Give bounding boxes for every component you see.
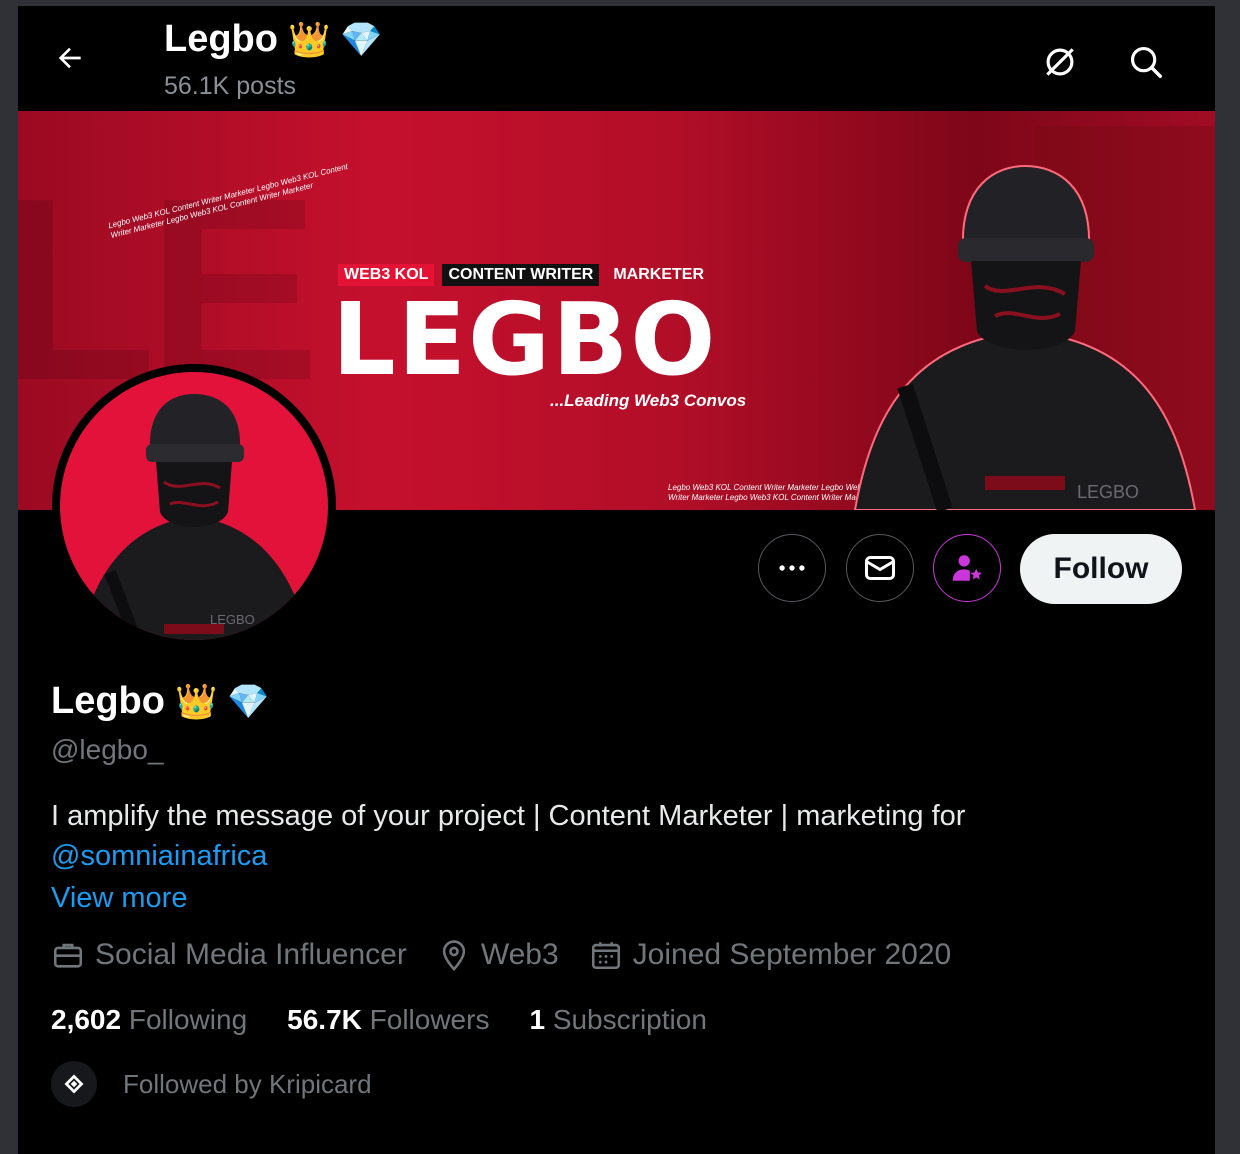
subscription-label: Subscription xyxy=(552,1004,707,1035)
kripicard-logo-icon xyxy=(64,1074,84,1094)
location-item: Web3 xyxy=(437,938,559,972)
banner-subtitle: ...Leading Web3 Convos xyxy=(550,391,747,410)
subscribe-button[interactable] xyxy=(933,534,1001,602)
posts-count: 56.1K posts xyxy=(164,72,297,100)
envelope-icon xyxy=(865,556,895,580)
location-text: Web3 xyxy=(480,938,559,971)
bio-mention-link[interactable]: @somniainafrica xyxy=(51,840,267,872)
location-pin-icon xyxy=(442,940,466,972)
follow-button[interactable]: Follow xyxy=(1020,534,1182,604)
crown-emoji: 👑 xyxy=(174,682,218,721)
profile-meta: Social Media Influencer Web3 Joined Sept… xyxy=(51,938,981,972)
followed-by-row[interactable]: Followed by Kripicard xyxy=(51,1061,372,1107)
subscription-count: 1 xyxy=(529,1004,546,1035)
message-button[interactable] xyxy=(846,534,914,602)
avatar-figure-image: LEGBO xyxy=(80,394,308,640)
followers-count: 56.7K xyxy=(287,1004,362,1035)
avatar-frame[interactable]: LEGBO xyxy=(52,364,336,648)
grok-button[interactable] xyxy=(1038,40,1082,84)
display-name-row: Legbo 👑 💎 xyxy=(51,680,270,723)
more-options-button[interactable] xyxy=(758,534,826,602)
display-name: Legbo xyxy=(51,680,165,722)
profile-page: Legbo 👑 💎 56.1K posts LE Legbo Web3 KOL … xyxy=(18,6,1215,1154)
following-link[interactable]: 2,602 Following xyxy=(51,1004,247,1036)
avatar: LEGBO xyxy=(60,372,328,640)
grok-icon xyxy=(1046,48,1074,76)
banner-title: LEGBO xyxy=(332,281,718,398)
view-more-link[interactable]: View more xyxy=(51,882,187,915)
header-title: Legbo xyxy=(164,18,278,60)
arrow-left-icon xyxy=(58,47,81,69)
more-icon xyxy=(779,565,805,571)
header-title-row: Legbo 👑 💎 xyxy=(164,18,383,61)
banner-brand-mark: LEGBO xyxy=(1077,482,1139,502)
follower-avatar xyxy=(51,1061,97,1107)
category-item: Social Media Influencer xyxy=(51,938,407,972)
followers-link[interactable]: 56.7K Followers xyxy=(287,1004,489,1036)
following-label: Following xyxy=(128,1004,248,1035)
diamond-emoji: 💎 xyxy=(340,20,383,59)
search-icon xyxy=(1130,46,1162,78)
joined-item: Joined September 2020 xyxy=(589,938,952,972)
followers-label: Followers xyxy=(369,1004,490,1035)
follow-stats: 2,602 Following 56.7K Followers 1 Subscr… xyxy=(51,1004,747,1036)
person-star-icon xyxy=(952,555,982,581)
followed-by-text: Followed by Kripicard xyxy=(123,1068,372,1099)
banner-figure-image: LEGBO xyxy=(853,126,1215,510)
crown-emoji: 👑 xyxy=(287,20,331,59)
back-button[interactable] xyxy=(48,36,92,80)
top-bar: Legbo 👑 💎 56.1K posts xyxy=(18,6,1215,111)
search-button[interactable] xyxy=(1124,40,1168,84)
bio-text: I amplify the message of your project | … xyxy=(51,800,966,832)
bio: I amplify the message of your project | … xyxy=(51,796,1151,876)
calendar-icon xyxy=(591,942,620,970)
briefcase-icon xyxy=(53,943,83,968)
following-count: 2,602 xyxy=(51,1004,122,1035)
user-handle: @legbo_ xyxy=(51,734,164,765)
avatar-brand-mark: LEGBO xyxy=(210,612,255,627)
subscriptions-link[interactable]: 1 Subscription xyxy=(529,1004,706,1036)
category-text: Social Media Influencer xyxy=(95,938,407,971)
diamond-emoji: 💎 xyxy=(227,682,270,721)
joined-text: Joined September 2020 xyxy=(632,938,952,971)
